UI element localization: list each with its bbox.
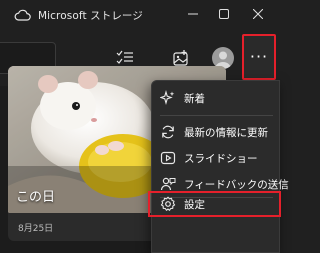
checklist-icon [116,50,133,64]
close-button[interactable] [241,0,275,28]
menu-divider [160,115,273,116]
minimize-button[interactable] [176,0,210,28]
menu-item-settings[interactable]: 設定 [148,191,281,217]
menu-item-slideshow[interactable]: スライドショー [152,145,281,171]
add-photo-icon [173,50,188,66]
more-options-menu: 新着 最新の情報に更新 スライドショー フィードバックの送信 設定 [148,80,289,253]
close-icon [253,9,263,19]
gear-icon [160,196,176,212]
title-bar: Microsoft ストレージ [0,0,280,30]
menu-item-whats-new[interactable]: 新着 [152,85,281,111]
app-title: Microsoft ストレージ [14,7,143,23]
window-title: Microsoft ストレージ [38,9,143,22]
slideshow-play-icon [160,150,176,166]
cloud-icon [14,8,32,22]
more-dots-icon: ··· [249,47,269,66]
card-title: この日 [16,190,56,205]
refresh-icon [160,124,176,140]
minimize-icon [188,13,198,15]
more-options-button[interactable]: ··· [242,34,276,80]
feedback-person-icon [160,176,176,192]
card-date: 8月25日 [18,224,54,234]
sparkle-star-icon [160,90,176,106]
maximize-icon [219,9,229,19]
maximize-button[interactable] [207,0,241,28]
menu-item-refresh[interactable]: 最新の情報に更新 [152,119,281,145]
